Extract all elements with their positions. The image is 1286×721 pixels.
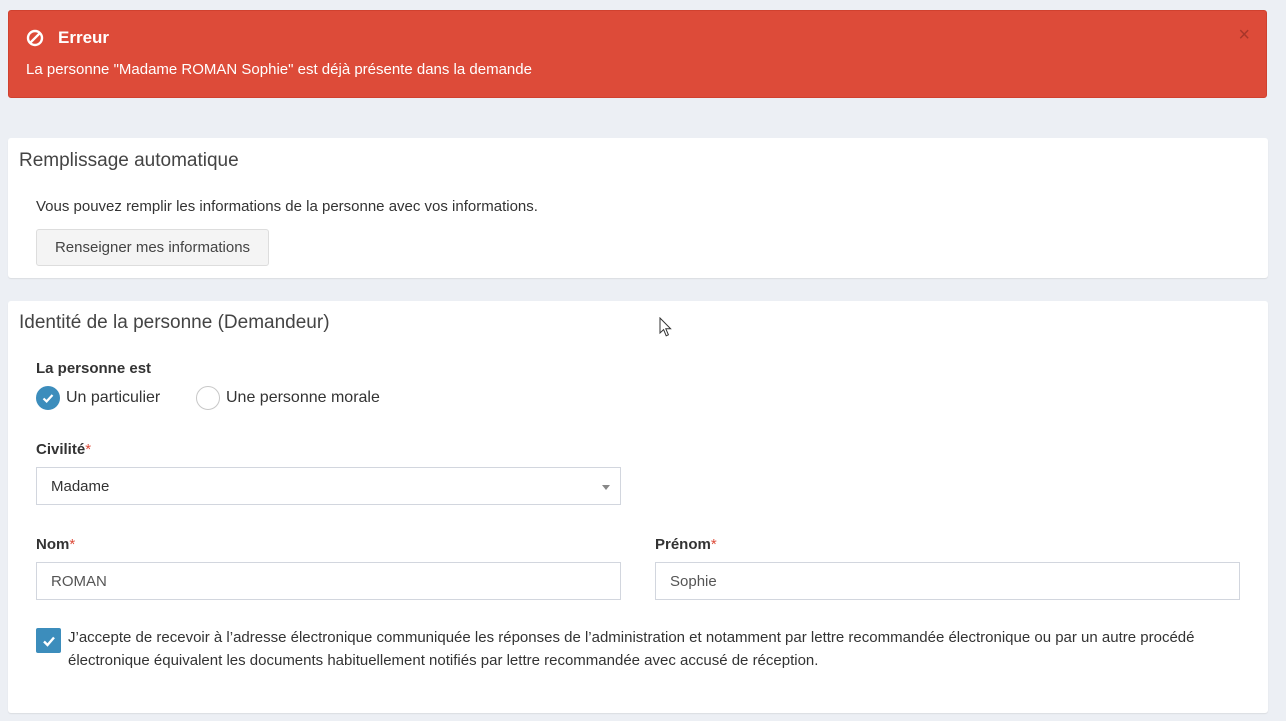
radio-individual[interactable]: Un particulier bbox=[36, 385, 160, 411]
required-mark: * bbox=[85, 441, 92, 458]
close-icon[interactable]: × bbox=[1238, 25, 1250, 45]
civility-label: Civilité* bbox=[36, 441, 91, 458]
mouse-cursor-icon bbox=[659, 317, 672, 337]
first-name-value: Sophie bbox=[670, 573, 717, 590]
caret-down-icon bbox=[602, 485, 610, 490]
radio-legal-entity-label: Une personne morale bbox=[226, 389, 380, 406]
auto-fill-title: Remplissage automatique bbox=[19, 150, 239, 171]
ban-icon bbox=[26, 29, 44, 47]
required-mark: * bbox=[710, 536, 717, 553]
civility-select-value: Madame bbox=[51, 478, 110, 495]
check-icon bbox=[42, 636, 55, 647]
first-name-label: Prénom* bbox=[655, 536, 717, 553]
last-name-field[interactable]: ROMAN bbox=[36, 562, 621, 600]
civility-label-text: Civilité bbox=[36, 441, 86, 458]
identity-panel: Identité de la personne (Demandeur) La p… bbox=[8, 301, 1268, 713]
alert-message: La personne "Madame ROMAN Sophie" est dé… bbox=[26, 61, 532, 78]
radio-legal-entity[interactable]: Une personne morale bbox=[196, 385, 380, 411]
identity-title: Identité de la personne (Demandeur) bbox=[19, 312, 330, 333]
last-name-label: Nom* bbox=[36, 536, 75, 553]
radio-circle-icon bbox=[196, 386, 220, 410]
person-type-label: La personne est bbox=[36, 360, 152, 377]
check-icon bbox=[36, 386, 60, 410]
first-name-field[interactable]: Sophie bbox=[655, 562, 1240, 600]
alert-title: Erreur bbox=[58, 28, 110, 47]
last-name-label-text: Nom bbox=[36, 536, 70, 553]
error-alert: Erreur La personne "Madame ROMAN Sophie"… bbox=[8, 10, 1267, 98]
auto-fill-description: Vous pouvez remplir les informations de … bbox=[36, 198, 538, 215]
auto-fill-panel: Remplissage automatique Vous pouvez remp… bbox=[8, 138, 1268, 278]
first-name-label-text: Prénom bbox=[655, 536, 711, 553]
civility-select[interactable]: Madame bbox=[36, 467, 621, 505]
fill-my-info-button[interactable]: Renseigner mes informations bbox=[36, 229, 269, 266]
consent-checkbox[interactable] bbox=[36, 628, 61, 653]
last-name-value: ROMAN bbox=[51, 573, 107, 590]
consent-text: J’accepte de recevoir à l’adresse électr… bbox=[68, 629, 1195, 669]
required-mark: * bbox=[69, 536, 76, 553]
radio-individual-label: Un particulier bbox=[66, 389, 161, 406]
